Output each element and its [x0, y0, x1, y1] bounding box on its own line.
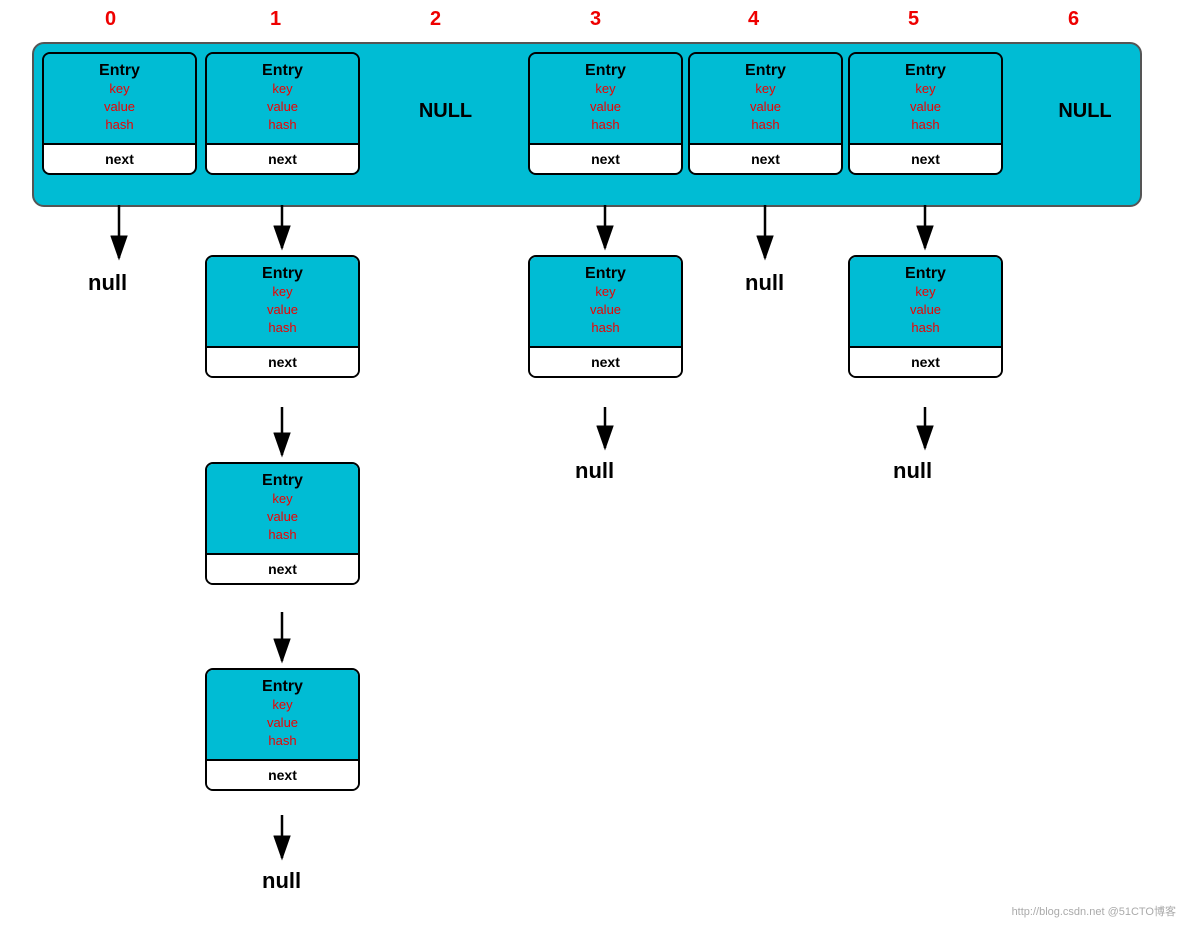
cell-5-l2-key: key: [854, 283, 997, 301]
index-4: 4: [748, 8, 759, 31]
cell-3-l2-entry: Entry key value hash next: [528, 255, 683, 378]
cell-4-top: Entry key value hash: [690, 54, 841, 143]
null-0: null: [88, 270, 127, 296]
cell-1-l2-top: Entry key value hash: [207, 257, 358, 346]
cell-4-title: Entry: [694, 62, 837, 80]
cell-1-title: Entry: [211, 62, 354, 80]
cell-0-entry: Entry key value hash next: [42, 52, 197, 175]
watermark: http://blog.csdn.net @51CTO博客: [1012, 903, 1176, 919]
cell-3-top: Entry key value hash: [530, 54, 681, 143]
cell-5-next: next: [850, 143, 1001, 173]
cell-1-l2-entry: Entry key value hash next: [205, 255, 360, 378]
cell-1-key: key: [211, 80, 354, 98]
cell-1-l3-value: value: [211, 508, 354, 526]
cell-5-l2-entry: Entry key value hash next: [848, 255, 1003, 378]
cell-4-key: key: [694, 80, 837, 98]
index-3: 3: [590, 8, 601, 31]
cell-1-l4-value: value: [211, 714, 354, 732]
cell-1-l3-title: Entry: [211, 472, 354, 490]
cell-3-l2-hash: hash: [534, 319, 677, 337]
cell-1-value: value: [211, 98, 354, 116]
index-0: 0: [105, 8, 116, 31]
cell-0-value: value: [48, 98, 191, 116]
cell-6-null: NULL: [1020, 100, 1150, 123]
null-5-l2: null: [893, 458, 932, 484]
cell-1-l3-entry: Entry key value hash next: [205, 462, 360, 585]
cell-5-l2-hash: hash: [854, 319, 997, 337]
cell-0-top: Entry key value hash: [44, 54, 195, 143]
index-6: 6: [1068, 8, 1079, 31]
cell-3-l2-key: key: [534, 283, 677, 301]
cell-3-l2-top: Entry key value hash: [530, 257, 681, 346]
cell-3-title: Entry: [534, 62, 677, 80]
cell-4-value: value: [694, 98, 837, 116]
cell-1-l2-title: Entry: [211, 265, 354, 283]
cell-5-value: value: [854, 98, 997, 116]
null-1-l4: null: [262, 868, 301, 894]
cell-3-l2-value: value: [534, 301, 677, 319]
cell-1-hash: hash: [211, 116, 354, 134]
cell-2-null: NULL: [368, 100, 523, 123]
cell-3-l2-next: next: [530, 346, 681, 376]
cell-3-value: value: [534, 98, 677, 116]
cell-1-entry: Entry key value hash next: [205, 52, 360, 175]
cell-3-entry: Entry key value hash next: [528, 52, 683, 175]
cell-3-key: key: [534, 80, 677, 98]
cell-5-l2-top: Entry key value hash: [850, 257, 1001, 346]
cell-1-l3-hash: hash: [211, 526, 354, 544]
cell-0-next: next: [44, 143, 195, 173]
cell-4-next: next: [690, 143, 841, 173]
cell-3-next: next: [530, 143, 681, 173]
null-4: null: [745, 270, 784, 296]
cell-1-l2-hash: hash: [211, 319, 354, 337]
cell-5-l2-value: value: [854, 301, 997, 319]
null-3-l2: null: [575, 458, 614, 484]
cell-5-entry: Entry key value hash next: [848, 52, 1003, 175]
cell-1-l3-key: key: [211, 490, 354, 508]
cell-1-l3-top: Entry key value hash: [207, 464, 358, 553]
cell-5-top: Entry key value hash: [850, 54, 1001, 143]
cell-5-l2-next: next: [850, 346, 1001, 376]
cell-1-l4-entry: Entry key value hash next: [205, 668, 360, 791]
cell-1-l3-next: next: [207, 553, 358, 583]
index-1: 1: [270, 8, 281, 31]
cell-1-l2-key: key: [211, 283, 354, 301]
cell-1-l4-title: Entry: [211, 678, 354, 696]
cell-1-l2-next: next: [207, 346, 358, 376]
cell-5-key: key: [854, 80, 997, 98]
cell-1-l2-value: value: [211, 301, 354, 319]
cell-1-l4-hash: hash: [211, 732, 354, 750]
cell-4-entry: Entry key value hash next: [688, 52, 843, 175]
cell-1-top: Entry key value hash: [207, 54, 358, 143]
cell-0-title: Entry: [48, 62, 191, 80]
cell-1-l4-next: next: [207, 759, 358, 789]
diagram: 0 1 2 3 4 5 6 Entry key value hash next …: [0, 0, 1184, 927]
cell-1-l4-key: key: [211, 696, 354, 714]
cell-1-next: next: [207, 143, 358, 173]
cell-3-l2-title: Entry: [534, 265, 677, 283]
cell-3-hash: hash: [534, 116, 677, 134]
cell-5-hash: hash: [854, 116, 997, 134]
cell-5-title: Entry: [854, 62, 997, 80]
cell-1-l4-top: Entry key value hash: [207, 670, 358, 759]
cell-5-l2-title: Entry: [854, 265, 997, 283]
index-5: 5: [908, 8, 919, 31]
cell-0-hash: hash: [48, 116, 191, 134]
cell-4-hash: hash: [694, 116, 837, 134]
index-2: 2: [430, 8, 441, 31]
cell-0-key: key: [48, 80, 191, 98]
